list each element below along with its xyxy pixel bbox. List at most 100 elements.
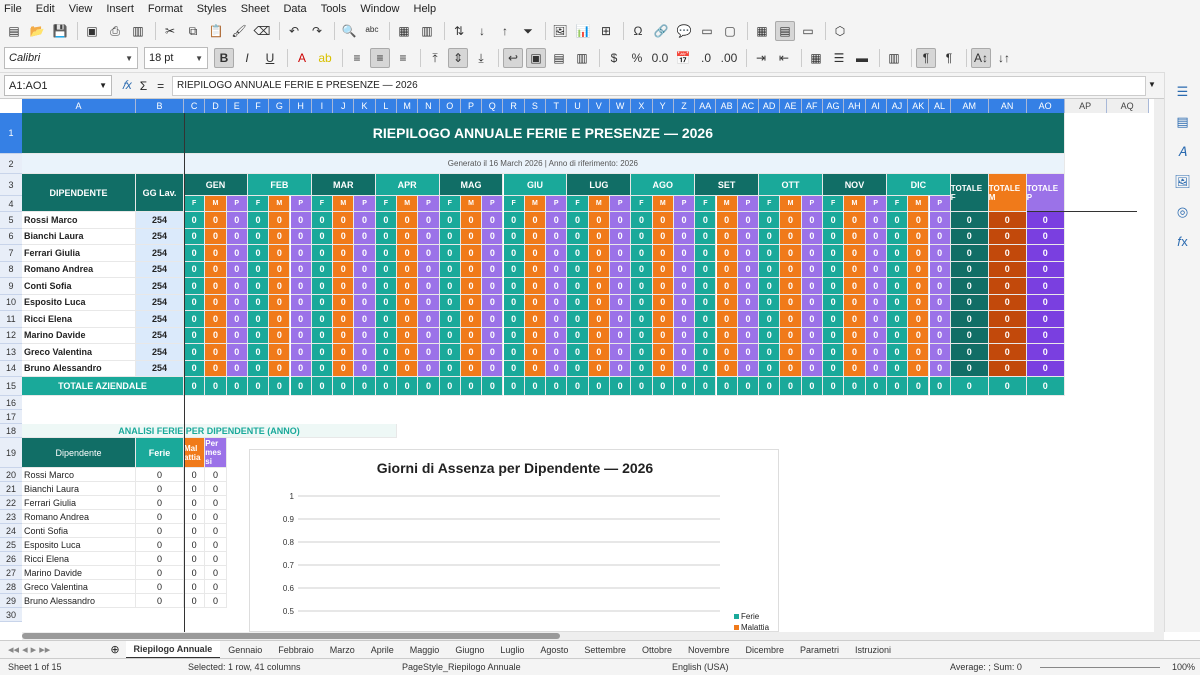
column-header-U[interactable]: U [567,99,589,113]
percent-icon[interactable]: % [627,48,647,68]
value-cell[interactable]: 0 [247,278,270,295]
value-cell[interactable]: 0 [737,278,760,295]
left-to-right-icon[interactable]: ¶ [916,48,936,68]
print-preview-icon[interactable]: ▥ [128,21,148,41]
value-cell[interactable]: 0 [673,228,696,245]
gallery-icon[interactable]: 🖼 [1173,172,1193,192]
value-cell[interactable]: 0 [226,327,248,344]
value-cell[interactable]: 0 [652,245,674,262]
value-cell[interactable]: 0 [311,212,334,229]
value-cell[interactable]: 0 [460,245,483,262]
analysis-value[interactable]: 0 [136,496,184,510]
value-cell[interactable]: 0 [397,228,419,245]
value-cell[interactable]: 0 [652,311,674,328]
value-cell[interactable]: 0 [631,261,653,278]
value-cell[interactable]: 0 [546,278,568,295]
value-cell[interactable]: 0 [801,327,823,344]
value-cell[interactable]: 0 [759,228,781,245]
value-cell[interactable]: 0 [269,344,291,361]
value-cell[interactable]: 0 [290,245,312,262]
value-cell[interactable]: 0 [844,311,866,328]
value-cell[interactable]: 0 [397,245,419,262]
column-header-AB[interactable]: AB [716,99,738,113]
sheet-title[interactable]: RIEPILOGO ANNUALE FERIE E PRESENZE — 202… [22,113,1065,154]
value-cell[interactable]: 0 [184,311,206,328]
value-cell[interactable]: 0 [886,245,909,262]
tab-dicembre[interactable]: Dicembre [737,641,792,659]
value-cell[interactable]: 0 [588,228,610,245]
value-cell[interactable]: 0 [375,327,397,344]
value-cell[interactable]: 0 [631,344,653,361]
functions-icon[interactable]: 𝑓x [1173,232,1193,252]
column-header-W[interactable]: W [609,99,632,113]
header-sub[interactable]: P [673,196,696,212]
value-cell[interactable]: 0 [886,294,909,311]
analysis-value[interactable]: 0 [205,538,227,552]
date-icon[interactable]: 📅 [673,48,693,68]
value-cell[interactable]: 0 [908,245,930,262]
value-cell[interactable]: 0 [652,278,674,295]
value-cell[interactable]: 0 [269,311,291,328]
value-cell[interactable]: 0 [823,228,845,245]
value-cell[interactable]: 0 [801,212,823,229]
value-cell[interactable]: 0 [588,344,610,361]
value-cell[interactable]: 0 [375,278,397,295]
value-cell[interactable]: 0 [716,311,738,328]
font-color-icon[interactable]: A [292,48,312,68]
value-cell[interactable]: 0 [482,212,504,229]
value-cell[interactable]: 0 [631,360,653,377]
value-cell[interactable]: 0 [418,261,440,278]
value-cell[interactable]: 0 [886,344,909,361]
total-m-cell[interactable]: 0 [988,311,1027,328]
value-cell[interactable]: 0 [759,327,781,344]
analysis-value[interactable]: 0 [184,594,206,608]
total-p-cell[interactable]: 0 [1026,228,1065,245]
total-p-cell[interactable]: 0 [1026,360,1065,377]
value-cell[interactable]: 0 [652,360,674,377]
value-cell[interactable]: 0 [333,327,355,344]
value-cell[interactable]: 0 [397,212,419,229]
value-cell[interactable]: 0 [652,344,674,361]
value-cell[interactable]: 0 [865,294,887,311]
value-cell[interactable]: 0 [546,311,568,328]
value-cell[interactable]: 0 [311,360,334,377]
total-aziendale-value[interactable]: 0 [482,377,504,396]
total-aziendale-value[interactable]: 0 [673,377,696,396]
align-bottom-icon[interactable]: ⤓ [471,48,491,68]
sum-icon[interactable]: Σ [140,79,147,93]
value-cell[interactable]: 0 [460,228,483,245]
value-cell[interactable]: 0 [247,294,270,311]
total-aziendale-value[interactable]: 0 [354,377,376,396]
header-totale-f[interactable]: TOTALE F [950,174,989,212]
row-header-1[interactable]: 1 [0,113,22,154]
employee-name[interactable]: Marino Davide [22,327,136,344]
navigator-icon[interactable]: ◎ [1173,202,1193,222]
define-print-area-icon[interactable]: ▢ [720,21,740,41]
add-sheet-icon[interactable]: ⊕ [110,643,119,656]
employee-gg[interactable]: 254 [136,245,184,262]
header-gg-lav[interactable]: GG Lav. [136,174,184,212]
autofilter-icon[interactable]: ⏷ [518,21,538,41]
value-cell[interactable]: 0 [546,261,568,278]
analysis-value[interactable]: 0 [205,524,227,538]
value-cell[interactable]: 0 [205,212,227,229]
value-cell[interactable]: 0 [184,212,206,229]
value-cell[interactable]: 0 [524,278,547,295]
value-cell[interactable]: 0 [929,344,951,361]
value-cell[interactable]: 0 [354,212,376,229]
total-f-cell[interactable]: 0 [950,212,989,229]
value-cell[interactable]: 0 [588,311,610,328]
value-cell[interactable]: 0 [311,311,334,328]
analysis-value[interactable]: 0 [205,510,227,524]
value-cell[interactable]: 0 [737,344,760,361]
value-cell[interactable]: 0 [844,294,866,311]
value-cell[interactable]: 0 [588,278,610,295]
total-m-cell[interactable]: 0 [988,278,1027,295]
add-decimal-icon[interactable]: .0 [696,48,716,68]
value-cell[interactable]: 0 [226,278,248,295]
row-header-5[interactable]: 5 [0,212,22,229]
employee-name[interactable]: Romano Andrea [22,261,136,278]
employee-gg[interactable]: 254 [136,212,184,229]
column-header-AH[interactable]: AH [844,99,866,113]
header-sub[interactable]: M [908,196,930,212]
